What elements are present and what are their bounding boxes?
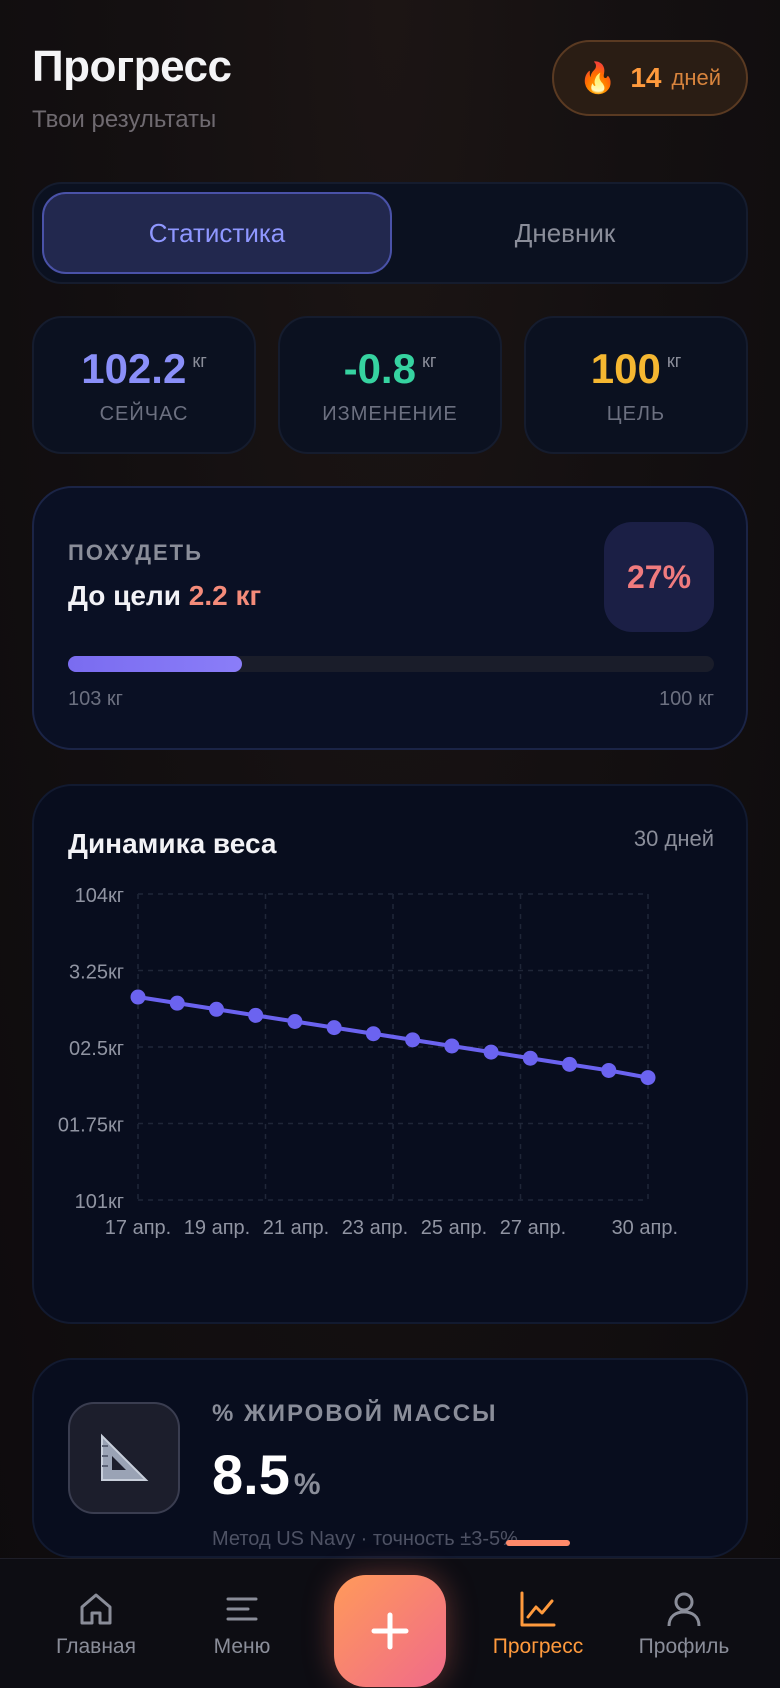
menu-icon xyxy=(226,1597,258,1621)
stat-goal-value: 100 xyxy=(590,344,661,392)
stat-current-label: СЕЙЧАС xyxy=(99,402,189,425)
data-point xyxy=(208,1001,224,1017)
x-tick-label: 25 апр. xyxy=(421,1217,487,1239)
stat-current-unit: кг xyxy=(192,350,207,371)
goal-type: ПОХУДЕТЬ xyxy=(68,540,203,565)
stat-goal-unit: кг xyxy=(666,350,682,371)
ruler-triangle-icon xyxy=(68,1402,180,1514)
y-tick-label: 3.25кг xyxy=(69,962,124,984)
data-point xyxy=(405,1032,421,1048)
streak-badge[interactable]: 🔥 14 дней xyxy=(552,40,748,116)
body-fat-number: 8.5 xyxy=(212,1443,290,1506)
goal-card: ПОХУДЕТЬ До цели 2.2 кг 27% 103 кг 100 к… xyxy=(32,486,748,750)
goal-remaining-prefix: До цели xyxy=(68,580,181,611)
stat-card-current: 102.2 кг СЕЙЧАС xyxy=(32,316,256,454)
goal-progress-track xyxy=(68,656,714,672)
x-tick-label: 21 апр. xyxy=(263,1217,329,1239)
add-entry-button[interactable] xyxy=(334,1575,446,1687)
goal-progress-fill xyxy=(68,656,243,672)
body-fat-method-note: Метод US Navy · точность ±3-5% xyxy=(212,1528,518,1550)
body-fat-label: % ЖИРОВОЙ МАССЫ xyxy=(212,1400,498,1427)
stat-change-unit: кг xyxy=(421,350,437,371)
x-tick-label: 27 апр. xyxy=(500,1217,566,1239)
stat-current-value: 102.2 xyxy=(81,344,187,392)
data-point xyxy=(248,1007,264,1023)
nav-menu-label: Меню xyxy=(213,1635,271,1658)
data-point xyxy=(444,1038,460,1054)
y-tick-label: 02.5кг xyxy=(69,1038,124,1060)
body-fat-card: % ЖИРОВОЙ МАССЫ 8.5 % Метод US Navy · то… xyxy=(32,1358,748,1558)
x-tick-label: 23 апр. xyxy=(342,1217,408,1239)
data-point xyxy=(365,1026,381,1042)
nav-home-label: Главная xyxy=(56,1635,136,1658)
chart-title: Динамика веса xyxy=(68,828,277,859)
bottom-tab-bar: Главная Меню Прогресс Профиль xyxy=(0,1558,780,1688)
y-tick-label: 101кг xyxy=(75,1191,124,1213)
goal-start-weight: 103 кг xyxy=(68,688,123,710)
chart-range[interactable]: 30 дней xyxy=(634,826,714,852)
goal-percent-badge: 27% xyxy=(604,522,714,632)
data-point xyxy=(326,1020,342,1036)
page-header: Прогресс Твои результаты xyxy=(32,42,232,134)
stat-change-label: ИЗМЕНЕНИЕ xyxy=(322,402,458,425)
data-point xyxy=(562,1056,578,1072)
nav-profile-label: Профиль xyxy=(638,1635,730,1658)
x-tick-label: 30 апр. xyxy=(612,1217,678,1239)
goal-remaining-value: 2.2 кг xyxy=(188,580,262,611)
scroll-indicator xyxy=(506,1540,570,1546)
chart-icon xyxy=(520,1591,556,1627)
body-fat-unit: % xyxy=(293,1468,321,1501)
nav-profile[interactable]: Профиль xyxy=(614,1589,754,1659)
body-fat-value: 8.5 % xyxy=(212,1442,321,1507)
profile-icon xyxy=(667,1592,701,1627)
page-title: Прогресс xyxy=(32,42,232,91)
nav-progress[interactable]: Прогресс xyxy=(468,1589,608,1659)
goal-remaining: До цели 2.2 кг xyxy=(68,580,261,612)
streak-count: 14 xyxy=(630,62,662,93)
nav-menu[interactable]: Меню xyxy=(172,1589,312,1659)
x-tick-label: 17 апр. xyxy=(105,1217,171,1239)
data-point xyxy=(169,995,185,1011)
tab-diary[interactable]: Дневник xyxy=(392,192,738,274)
stat-card-change: -0.8 кг ИЗМЕНЕНИЕ xyxy=(278,316,502,454)
data-point xyxy=(601,1062,617,1078)
plus-icon xyxy=(371,1612,409,1650)
stat-goal-label: ЦЕЛЬ xyxy=(606,402,666,425)
data-point xyxy=(522,1050,538,1066)
goal-end-weight: 100 кг xyxy=(659,688,714,710)
stat-change-value: -0.8 xyxy=(343,344,416,392)
y-tick-label: 104кг xyxy=(75,885,124,907)
weight-chart-card: 104кг 3.25кг 02.5кг 01.75кг 101кг 17 апр. 19 а… xyxy=(32,784,748,1324)
weight-chart: 104кг 3.25кг 02.5кг 01.75кг 101кг 17 апр. 19 а… xyxy=(58,885,678,1239)
home-icon xyxy=(80,1593,112,1625)
streak-unit: дней xyxy=(671,65,722,90)
y-tick-label: 01.75кг xyxy=(58,1115,124,1137)
data-point xyxy=(287,1014,303,1029)
page-subtitle: Твои результаты xyxy=(32,106,217,133)
fire-icon: 🔥 xyxy=(578,61,617,95)
data-point xyxy=(130,989,146,1005)
tab-statistics[interactable]: Статистика xyxy=(42,192,392,274)
x-tick-label: 19 апр. xyxy=(184,1217,250,1239)
nav-home[interactable]: Главная xyxy=(26,1589,166,1659)
data-point xyxy=(483,1044,499,1060)
stat-card-goal: 100 кг ЦЕЛЬ xyxy=(524,316,748,454)
nav-progress-label: Прогресс xyxy=(492,1635,584,1658)
data-point xyxy=(640,1070,656,1086)
segmented-tabs: Статистика Дневник xyxy=(32,182,748,284)
